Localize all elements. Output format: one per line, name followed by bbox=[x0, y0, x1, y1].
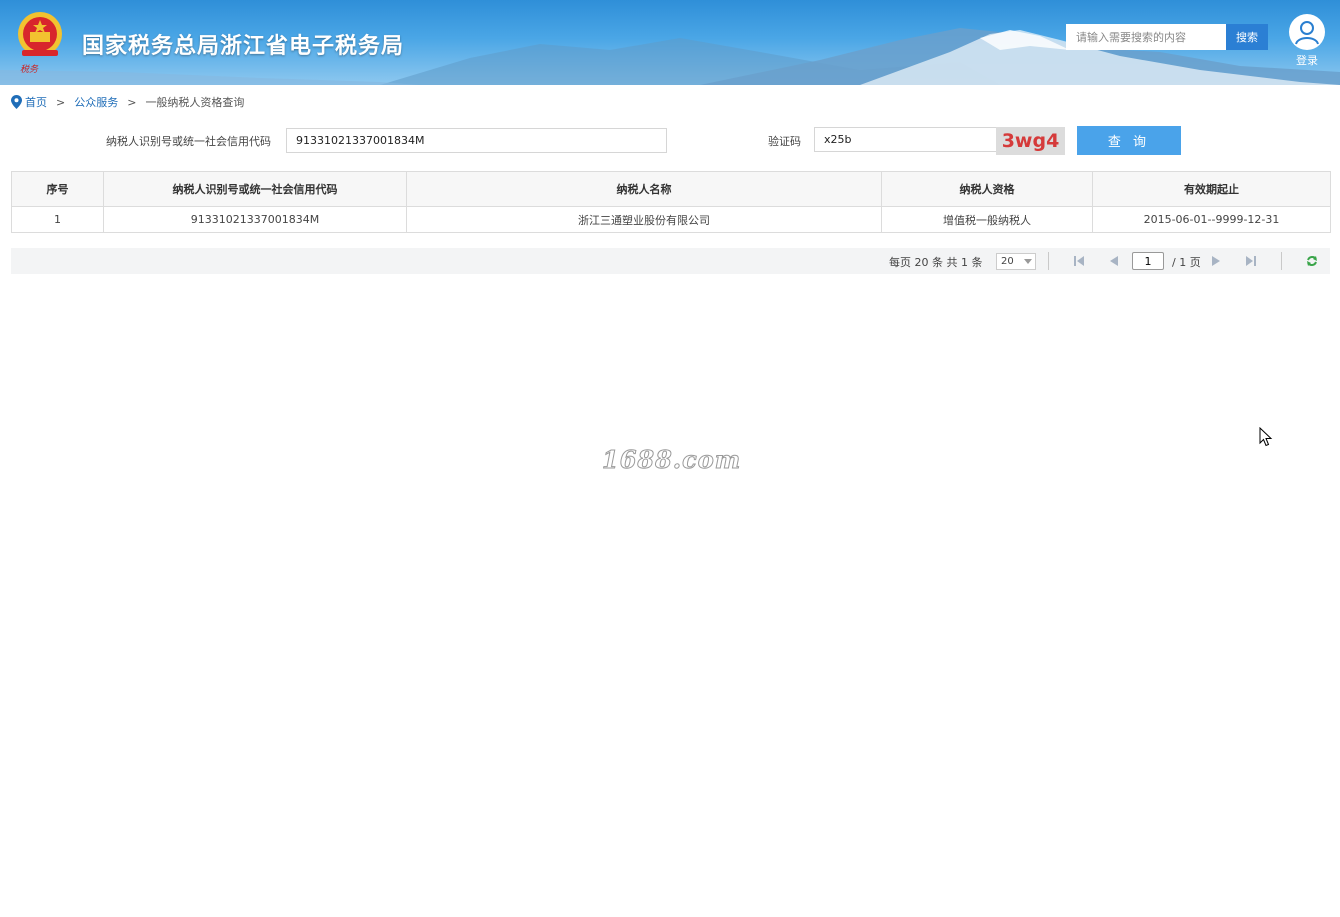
svg-text:税务: 税务 bbox=[20, 64, 39, 75]
captcha-input[interactable] bbox=[814, 127, 997, 152]
site-search-button[interactable]: 搜索 bbox=[1226, 24, 1268, 50]
breadcrumb-separator: > bbox=[127, 95, 137, 109]
column-header-taxpayer-id: 纳税人识别号或统一社会信用代码 bbox=[103, 171, 407, 207]
pagination-bar: 每页 20 条 共 1 条 20 / 1 页 bbox=[11, 248, 1330, 274]
column-header-taxpayer-name: 纳税人名称 bbox=[406, 171, 882, 207]
captcha-image[interactable]: 3wg4 bbox=[996, 127, 1065, 155]
cell-validity: 2015-06-01--9999-12-31 bbox=[1092, 206, 1331, 233]
location-pin-icon bbox=[11, 95, 22, 109]
emblem-icon: 税务 bbox=[18, 12, 62, 75]
taxpayer-id-input[interactable] bbox=[286, 128, 667, 153]
site-title: 国家税务总局浙江省电子税务局 bbox=[82, 34, 405, 59]
watermark-logo: 1688.com bbox=[601, 445, 742, 475]
column-header-qualification: 纳税人资格 bbox=[881, 171, 1093, 207]
first-page-icon[interactable] bbox=[1072, 254, 1086, 268]
total-pages: / 1 页 bbox=[1172, 256, 1201, 269]
site-search-input[interactable] bbox=[1066, 24, 1226, 50]
current-page-input[interactable] bbox=[1132, 252, 1164, 270]
site-header: 税务 国家税务总局浙江省电子税务局 搜索 登录 bbox=[0, 0, 1340, 85]
page-size-select[interactable]: 20 bbox=[996, 253, 1036, 270]
cell-taxpayer-name: 浙江三通塑业股份有限公司 bbox=[406, 206, 882, 233]
captcha-label: 验证码 bbox=[768, 135, 801, 148]
table-header-row: 序号 纳税人识别号或统一社会信用代码 纳税人名称 纳税人资格 有效期起止 bbox=[11, 171, 1331, 207]
cell-qualification: 增值税一般纳税人 bbox=[881, 206, 1093, 233]
next-page-icon[interactable] bbox=[1209, 254, 1223, 268]
breadcrumb-current: 一般纳税人资格查询 bbox=[145, 96, 245, 109]
pager-divider bbox=[1281, 252, 1282, 270]
page-size-value: 20 bbox=[1001, 256, 1014, 267]
cell-taxpayer-id: 91331021337001834M bbox=[103, 206, 407, 233]
breadcrumb: 首页 > 公众服务 > 一般纳税人资格查询 bbox=[11, 94, 244, 110]
breadcrumb-separator: > bbox=[56, 95, 66, 109]
refresh-icon[interactable] bbox=[1305, 254, 1319, 268]
query-button[interactable]: 查 询 bbox=[1077, 126, 1181, 155]
pagination-info: 每页 20 条 共 1 条 bbox=[889, 256, 983, 269]
cell-index: 1 bbox=[11, 206, 104, 233]
column-header-index: 序号 bbox=[11, 171, 104, 207]
breadcrumb-public-service-link[interactable]: 公众服务 bbox=[74, 94, 118, 110]
prev-page-icon[interactable] bbox=[1107, 254, 1121, 268]
user-icon[interactable] bbox=[1288, 13, 1326, 51]
results-table: 序号 纳税人识别号或统一社会信用代码 纳税人名称 纳税人资格 有效期起止 1 9… bbox=[11, 171, 1331, 233]
column-header-validity: 有效期起止 bbox=[1092, 171, 1331, 207]
last-page-icon[interactable] bbox=[1244, 254, 1258, 268]
breadcrumb-home-link[interactable]: 首页 bbox=[25, 94, 47, 110]
table-row[interactable]: 1 91331021337001834M 浙江三通塑业股份有限公司 增值税一般纳… bbox=[11, 206, 1331, 233]
pager-divider bbox=[1048, 252, 1049, 270]
chevron-down-icon bbox=[1024, 259, 1032, 264]
mouse-cursor-icon bbox=[1259, 427, 1273, 447]
login-link[interactable]: 登录 bbox=[1290, 52, 1324, 68]
taxpayer-id-label: 纳税人识别号或统一社会信用代码 bbox=[106, 135, 271, 148]
